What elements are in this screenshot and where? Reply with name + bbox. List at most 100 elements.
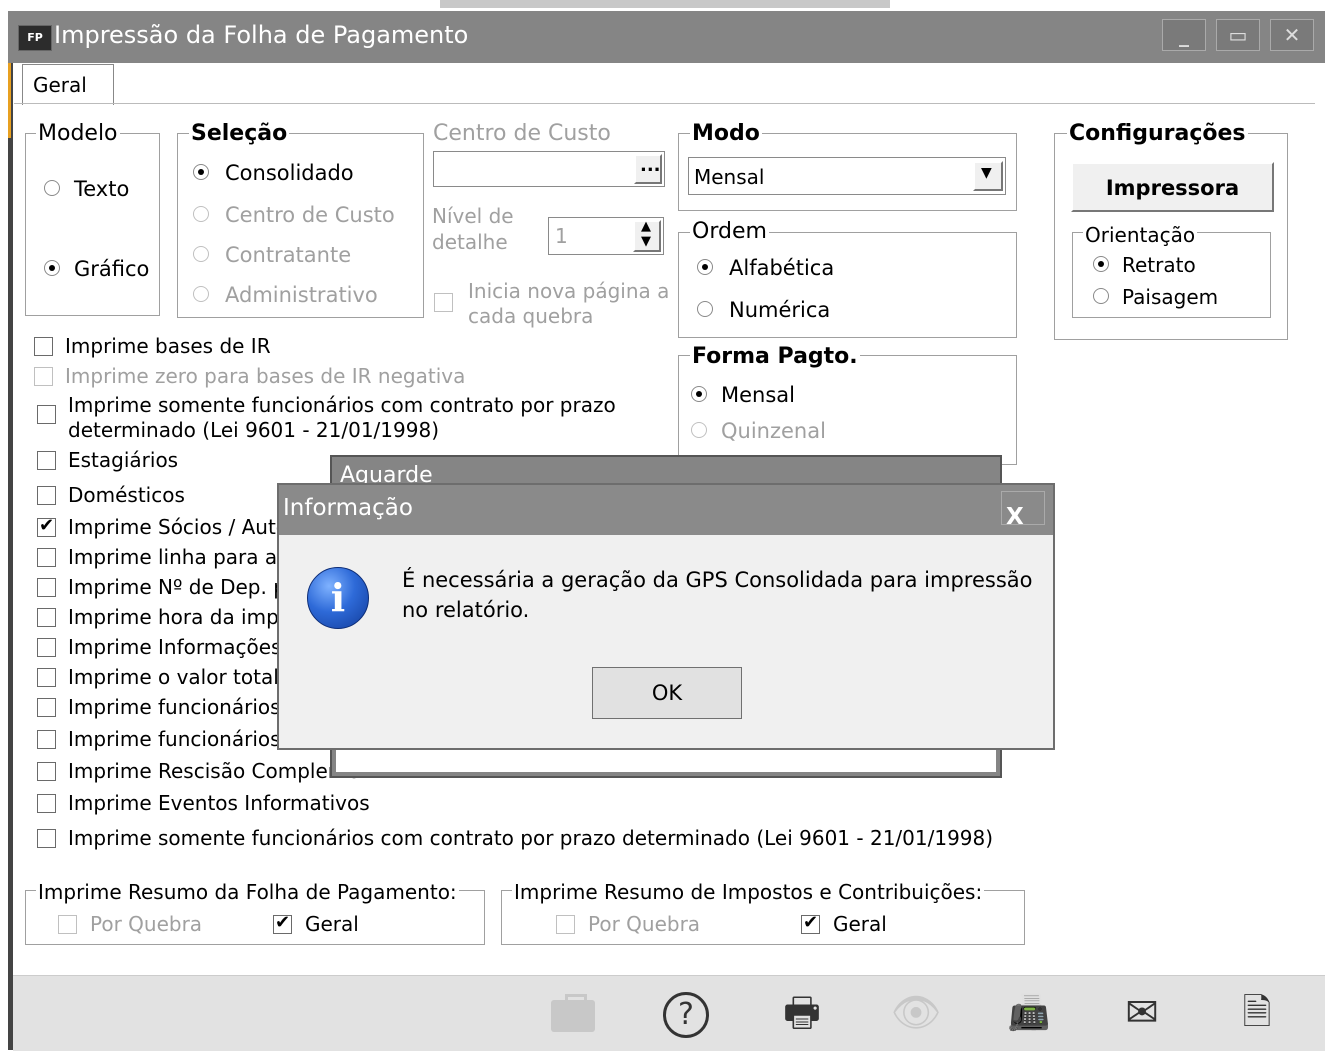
spinner-down-icon[interactable]: ▼ [641, 234, 651, 249]
eventos-checkbox[interactable] [37, 794, 56, 813]
minimize-button[interactable]: _ [1162, 19, 1206, 51]
resumo-impostos-por-quebra-checkbox[interactable] [556, 915, 575, 934]
contrato-prazo-checkbox[interactable] [37, 405, 56, 424]
funcionarios-2-label[interactable]: Imprime funcionários [68, 727, 281, 751]
forma-pagto-group [678, 355, 1017, 465]
socios-checkbox[interactable] [37, 515, 56, 537]
resumo-folha-por-quebra-label[interactable]: Por Quebra [90, 912, 202, 936]
domesticos-checkbox[interactable] [37, 486, 56, 505]
bases-ir-label[interactable]: Imprime bases de IR [65, 334, 271, 358]
forma-pagto-quinzenal-label[interactable]: Quinzenal [721, 419, 826, 443]
orientacao-retrato-label[interactable]: Retrato [1122, 253, 1196, 277]
contrato-prazo-full-checkbox[interactable] [37, 829, 56, 848]
selecao-administrativo-label[interactable]: Administrativo [225, 283, 378, 307]
modelo-texto-label[interactable]: Texto [74, 177, 129, 201]
fax-icon[interactable]: 📠 [1004, 989, 1054, 1037]
selecao-centro-custo-radio[interactable] [193, 206, 209, 222]
print-icon[interactable]: 🖶 [772, 989, 832, 1037]
chevron-down-icon: ▼ [981, 165, 992, 181]
modelo-grafico-radio[interactable] [44, 260, 60, 276]
ordem-legend: Ordem [690, 219, 769, 244]
modo-dropdown-button[interactable]: ▼ [973, 161, 1003, 191]
contrato-prazo-label-line1[interactable]: Imprime somente funcionários com contrat… [68, 393, 616, 417]
info-dialog-close-button[interactable]: X [1001, 491, 1045, 530]
close-button[interactable]: ✕ [1270, 19, 1314, 51]
forma-pagto-legend: Forma Pagto. [690, 344, 860, 369]
forma-pagto-mensal-label[interactable]: Mensal [721, 383, 795, 407]
bases-ir-checkbox[interactable] [34, 337, 53, 356]
centro-custo-browse-button[interactable]: ... [634, 154, 662, 184]
help-icon[interactable]: ? [663, 992, 709, 1038]
forma-pagto-quinzenal-radio[interactable] [691, 422, 707, 438]
contrato-prazo-label-line2[interactable]: determinado (Lei 9601 - 21/01/1998) [68, 418, 439, 442]
impressora-button[interactable]: Impressora [1071, 162, 1274, 212]
estagiarios-checkbox[interactable] [37, 451, 56, 470]
modelo-group [25, 133, 160, 316]
socios-label[interactable]: Imprime Sócios / Autô [68, 515, 288, 539]
tab-geral[interactable]: Geral [22, 64, 114, 105]
spinner-up-icon[interactable]: ▲ [641, 219, 651, 234]
num-dep-checkbox[interactable] [37, 578, 56, 597]
selecao-contratante-label[interactable]: Contratante [225, 243, 351, 267]
resumo-impostos-geral-checkbox[interactable] [801, 912, 820, 934]
nivel-detalhe-spinner[interactable]: 1 ▲ ▼ [548, 217, 664, 255]
linha-ass-checkbox[interactable] [37, 548, 56, 567]
contrato-prazo-full-label[interactable]: Imprime somente funcionários com contrat… [68, 826, 993, 850]
info-dialog: Informação X i É necessária a geração da… [277, 483, 1055, 750]
modo-select[interactable]: Mensal ▼ [688, 157, 1006, 195]
modelo-grafico-label[interactable]: Gráfico [74, 257, 149, 281]
rescisao-label[interactable]: Imprime Rescisão Compleme [68, 759, 360, 783]
informacoes-checkbox[interactable] [37, 638, 56, 657]
resumo-folha-geral-checkbox[interactable] [273, 912, 292, 934]
forma-pagto-mensal-radio[interactable] [691, 386, 707, 402]
resumo-impostos-geral-label[interactable]: Geral [833, 912, 887, 936]
ordem-numerica-radio[interactable] [697, 301, 713, 317]
selecao-consolidado-label[interactable]: Consolidado [225, 161, 354, 185]
modelo-texto-radio[interactable] [44, 180, 60, 196]
ordem-alfabetica-radio[interactable] [697, 259, 713, 275]
ordem-alfabetica-label[interactable]: Alfabética [729, 256, 834, 280]
zero-bases-label[interactable]: Imprime zero para bases de IR negativa [65, 364, 465, 388]
orientacao-paisagem-radio[interactable] [1093, 288, 1109, 304]
resumo-impostos-por-quebra-label[interactable]: Por Quebra [588, 912, 700, 936]
linha-ass-label[interactable]: Imprime linha para ass [68, 545, 298, 569]
resumo-folha-legend: Imprime Resumo da Folha de Pagamento: [36, 880, 459, 904]
orientacao-paisagem-label[interactable]: Paisagem [1122, 285, 1218, 309]
funcionarios-1-label[interactable]: Imprime funcionários [68, 695, 281, 719]
domesticos-label[interactable]: Domésticos [68, 483, 185, 507]
funcionarios-1-checkbox[interactable] [37, 698, 56, 717]
resumo-folha-geral-label[interactable]: Geral [305, 912, 359, 936]
valor-total-checkbox[interactable] [37, 668, 56, 687]
ok-button[interactable]: OK [592, 667, 742, 719]
maximize-button[interactable]: ▭ [1216, 19, 1260, 51]
centro-custo-label: Centro de Custo [431, 121, 613, 146]
info-dialog-message: É necessária a geração da GPS Consolidad… [402, 568, 1033, 622]
centro-custo-input[interactable] [433, 151, 665, 187]
email-icon[interactable]: ✉ [1116, 989, 1168, 1037]
informacoes-label[interactable]: Imprime Informações [68, 635, 281, 659]
hora-impr-checkbox[interactable] [37, 608, 56, 627]
title-bar: FP Impressão da Folha de Pagamento _ ▭ ✕ [8, 11, 1325, 63]
funcionarios-2-checkbox[interactable] [37, 730, 56, 749]
preview-icon[interactable]: 👁 [888, 989, 944, 1037]
spinner-buttons[interactable]: ▲ ▼ [633, 219, 661, 252]
eventos-label[interactable]: Imprime Eventos Informativos [68, 791, 370, 815]
zero-bases-checkbox[interactable] [34, 367, 53, 386]
selecao-contratante-radio[interactable] [193, 246, 209, 262]
orientacao-retrato-radio[interactable] [1093, 256, 1109, 272]
resumo-folha-por-quebra-checkbox[interactable] [58, 915, 77, 934]
valor-total-label[interactable]: Imprime o valor total [68, 665, 279, 689]
selecao-centro-custo-label[interactable]: Centro de Custo [225, 203, 395, 227]
estagiarios-label[interactable]: Estagiários [68, 448, 178, 472]
selecao-consolidado-radio[interactable] [193, 164, 209, 180]
info-dialog-titlebar: Informação X [279, 485, 1053, 535]
nova-pagina-checkbox[interactable] [434, 293, 453, 312]
hora-impr-label[interactable]: Imprime hora da impre [68, 605, 299, 629]
selecao-administrativo-radio[interactable] [193, 286, 209, 302]
nova-pagina-label-line2[interactable]: cada quebra [468, 304, 593, 328]
rescisao-checkbox[interactable] [37, 762, 56, 781]
close-document-icon[interactable]: 🗎 [1232, 989, 1282, 1037]
nova-pagina-label-line1[interactable]: Inicia nova página a [468, 279, 669, 303]
ordem-numerica-label[interactable]: Numérica [729, 298, 830, 322]
num-dep-label[interactable]: Imprime Nº de Dep. p [68, 575, 286, 599]
